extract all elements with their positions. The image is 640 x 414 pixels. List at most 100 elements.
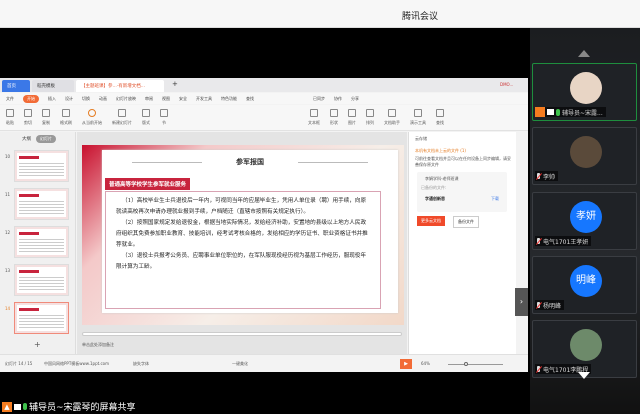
participant-tile[interactable]: 辅导员~宋露... (532, 63, 637, 121)
participant-tile[interactable]: 李帅 (532, 127, 637, 185)
participant-tile[interactable]: 电气1701李鹏程 (532, 320, 637, 378)
chevron-right-icon[interactable]: › (515, 288, 528, 316)
share-button[interactable]: 分享 (351, 96, 359, 102)
menu-design[interactable]: 设计 (65, 96, 73, 102)
scroll-up-icon[interactable] (578, 50, 590, 57)
file-name[interactable]: 李娟学科-老师班课 (425, 176, 458, 182)
cloud-warning: 本机有文档未上云的文件 (1) (415, 148, 466, 153)
menu-animation[interactable]: 动画 (99, 96, 107, 102)
slide-thumbnail[interactable] (14, 150, 69, 182)
avatar: 孝妍 (570, 201, 602, 233)
menu-features[interactable]: 特色功能 (221, 96, 237, 102)
participant-name: 辅导员~宋露... (562, 109, 603, 117)
collab-button[interactable]: 协作 (334, 96, 342, 102)
slide-thumbnail[interactable] (14, 188, 69, 220)
tool-shape[interactable]: 形状 (330, 109, 338, 126)
screen-share-label: ▲ 辅导员~宋露琴的屏幕共享 (2, 400, 136, 413)
share-label-text: 辅导员~宋露琴的屏幕共享 (29, 403, 136, 413)
screen-share-icon (547, 109, 554, 115)
participant-name: 杨明峰 (543, 302, 562, 310)
menu-bar: 文件 开始 插入 设计 切换 动画 幻灯片放映 审阅 视图 安全 开发工具 特色… (0, 93, 528, 104)
font-controls[interactable] (178, 109, 298, 126)
beautify-button[interactable]: 一键美化 (232, 361, 248, 367)
wps-window: 首页 稻壳模板 【主题班课】参...·有新增文档... + DMO... 文件 … (0, 78, 528, 372)
slide-canvas[interactable]: 参军报国 普通高等学校学生参军就业服务 （1）高校毕业生士兵退役后一年内，可视同… (82, 145, 404, 325)
slide-editor: 参军报国 普通高等学校学生参军就业服务 （1）高校毕业生士兵退役后一年内，可视同… (77, 132, 407, 354)
slide-thumbnail[interactable] (14, 264, 69, 296)
participant-name: 电气1701王孝妍 (543, 238, 589, 246)
participant-tile[interactable]: 明峰 杨明峰 (532, 256, 637, 314)
participant-name: 李帅 (543, 173, 556, 181)
menu-dev-tools[interactable]: 开发工具 (196, 96, 212, 102)
tab-docer[interactable]: 稻壳模板 (32, 80, 74, 92)
tool-copy[interactable]: 复制 (42, 109, 50, 126)
tool-picture[interactable]: 图片 (348, 109, 356, 126)
tool-cut[interactable]: 剪切 (24, 109, 32, 126)
paragraph: （2）按照国家规定发给退役金，根据当地实际情况，发给经济补助，安置地的县级以上地… (116, 220, 368, 248)
menu-slideshow[interactable]: 幻灯片放映 (116, 96, 136, 102)
paragraph: （1）高校毕业生士兵退役后一年内，可视同当年的应届毕业生，凭用人单位录（聘）用手… (116, 198, 367, 215)
missing-font[interactable]: 缺失字体 (133, 361, 149, 367)
backup-button[interactable]: 备份文件 (453, 216, 479, 228)
mic-muted-icon (535, 301, 541, 309)
slides-tab[interactable]: 幻灯片 (36, 135, 56, 143)
scroll-down-icon[interactable] (578, 372, 590, 379)
tool-layout[interactable]: 版式 (142, 109, 150, 126)
tool-new-slide[interactable]: 新建幻灯片 (112, 109, 132, 126)
tab-home[interactable]: 首页 (2, 80, 30, 92)
tool-play-from-current[interactable]: 从当前开始 (82, 109, 102, 126)
participant-tile[interactable]: 孝妍 电气1701王孝妍 (532, 192, 637, 250)
tool-doc-assistant[interactable]: 文档助手 (384, 109, 400, 126)
mic-muted-icon (535, 172, 541, 180)
zoom-slider[interactable] (448, 362, 503, 366)
menu-security[interactable]: 安全 (179, 96, 187, 102)
cloud-desc: 可前往查看文档并且可以在任何设备上同步编辑，请妥善保存原文件 (415, 156, 511, 167)
avatar (570, 329, 602, 361)
paragraph: （3）退役士兵报考公务员、应聘事业单位职位的，在军队服现役经历视为基层工作经历，… (116, 253, 367, 270)
menu-view[interactable]: 视图 (162, 96, 170, 102)
notes-placeholder[interactable]: 单击此处添加备注 (82, 342, 114, 348)
menu-file[interactable]: 文件 (6, 96, 14, 102)
slide-thumbnails-pane: 大纲 幻灯片 10 11 12 13 14 + (0, 132, 76, 354)
more-cloud-docs-button[interactable]: 更多云文档 (417, 216, 445, 226)
menu-review[interactable]: 审阅 (145, 96, 153, 102)
menu-transition[interactable]: 切换 (82, 96, 90, 102)
right-toolbar (516, 132, 528, 354)
thumb-number: 14 (5, 306, 11, 311)
file-card: 李娟学科-老师班课 已备份的文件: 字通创新思 下载 (417, 172, 507, 212)
avatar (570, 72, 602, 104)
tool-format-painter[interactable]: 格式刷 (60, 109, 72, 126)
tool-section[interactable]: 节 (160, 109, 168, 126)
play-icon[interactable]: ▶ (400, 359, 412, 369)
status-bar: 幻灯片 14 / 15 中国风网络PPT模板www.1ppt.com 缺失字体 … (0, 354, 528, 372)
new-tab-button[interactable]: + (172, 80, 178, 88)
slide-thumbnail-selected[interactable] (14, 302, 69, 334)
menu-insert[interactable]: 插入 (48, 96, 56, 102)
mic-muted-icon (535, 237, 541, 245)
thumb-number: 11 (5, 192, 11, 197)
download-link[interactable]: 下载 (491, 196, 499, 202)
mic-icon (556, 108, 560, 116)
cloud-title: 云存储 (415, 136, 427, 141)
tool-arrange[interactable]: 排列 (366, 109, 374, 126)
add-slide-button[interactable]: + (34, 340, 41, 349)
slide-text-box[interactable]: （1）高校毕业生士兵退役后一年内，可视同当年的应届毕业生，凭用人单位录（聘）用手… (105, 191, 381, 309)
slide-content: 参军报国 普通高等学校学生参军就业服务 （1）高校毕业生士兵退役后一年内，可视同… (102, 150, 398, 313)
tool-paste[interactable]: 粘贴 (6, 109, 14, 126)
host-icon (535, 107, 545, 117)
horizontal-scrollbar[interactable] (82, 332, 402, 336)
account[interactable]: DMO... (500, 82, 513, 87)
tool-find[interactable]: 查找 (436, 109, 444, 126)
tool-textbox[interactable]: 文本框 (308, 109, 320, 126)
menu-search[interactable]: 查找 (246, 96, 254, 102)
slide-thumbnail[interactable] (14, 226, 69, 258)
sync-button[interactable]: 已同步 (313, 96, 325, 102)
outline-tab[interactable]: 大纲 (22, 136, 31, 142)
file-name[interactable]: 字通创新思 (425, 196, 445, 202)
zoom-level[interactable]: 64% (421, 361, 430, 366)
tab-document[interactable]: 【主题班课】参...·有新增文档... (76, 80, 164, 92)
tool-presentation[interactable]: 演示工具 (410, 109, 426, 126)
screen-share-icon (14, 403, 21, 410)
template-name: 中国风网络PPT模板www.1ppt.com (44, 361, 109, 366)
menu-home[interactable]: 开始 (23, 94, 39, 103)
